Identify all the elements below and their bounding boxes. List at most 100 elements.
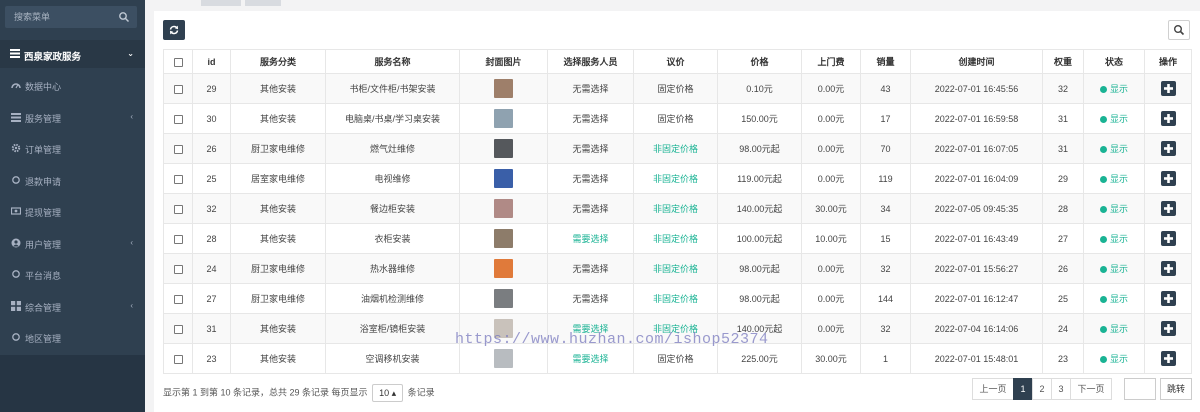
refresh-button[interactable] bbox=[163, 20, 185, 40]
cell-status[interactable]: 显示 bbox=[1083, 223, 1145, 254]
row-checkbox[interactable] bbox=[173, 114, 183, 124]
row-select-cell bbox=[163, 133, 193, 164]
row-checkbox[interactable] bbox=[173, 354, 183, 364]
refresh-icon bbox=[169, 25, 179, 35]
row-checkbox[interactable] bbox=[173, 234, 183, 244]
sidebar-item[interactable]: 用户管理 ‹ bbox=[0, 228, 145, 260]
cover-image[interactable] bbox=[494, 109, 513, 128]
row-checkbox[interactable] bbox=[173, 204, 183, 214]
cell-created-time: 2022-07-01 15:56:27 bbox=[910, 253, 1043, 284]
column-header[interactable]: 选择服务人员 bbox=[547, 49, 634, 74]
row-checkbox[interactable] bbox=[173, 264, 183, 274]
menu-group-header[interactable]: 西泉家政服务 ⌄ bbox=[0, 40, 145, 68]
action-button[interactable] bbox=[1160, 321, 1176, 336]
cell-status[interactable]: 显示 bbox=[1083, 103, 1145, 134]
status-dot-icon bbox=[1099, 206, 1107, 214]
row-checkbox[interactable] bbox=[173, 174, 183, 184]
action-button[interactable] bbox=[1160, 201, 1176, 216]
cell-cover bbox=[459, 223, 548, 254]
cover-image[interactable] bbox=[494, 139, 513, 158]
sidebar-item[interactable]: 退款申请 bbox=[0, 165, 145, 197]
action-button[interactable] bbox=[1160, 231, 1176, 246]
sidebar-item[interactable]: 平台消息 bbox=[0, 259, 145, 291]
cell-id: 31 bbox=[192, 313, 231, 344]
cell-cover bbox=[459, 103, 548, 134]
cover-image[interactable] bbox=[494, 289, 513, 308]
table-row: 29 其他安装 书柜/文件柜/书架安装 无需选择 固定价格 0.10元 0.00元 43 202… bbox=[163, 73, 1192, 104]
search-icon[interactable] bbox=[118, 11, 130, 23]
jump-page-input[interactable] bbox=[1124, 378, 1156, 400]
page-size-select[interactable]: 10 ▴ bbox=[372, 384, 404, 402]
cell-sales: 34 bbox=[860, 193, 911, 224]
action-button[interactable] bbox=[1160, 171, 1176, 186]
action-button[interactable] bbox=[1160, 261, 1176, 276]
column-header[interactable]: 销量 bbox=[860, 49, 911, 74]
cell-price: 140.00元起 bbox=[717, 193, 802, 224]
tab-placeholder[interactable] bbox=[245, 0, 281, 6]
pagination-info: 显示第 1 到第 10 条记录，总共 29 条记录 每页显示 10 ▴ 条记录 bbox=[163, 384, 435, 402]
cell-category: 厨卫家电维修 bbox=[230, 253, 326, 284]
cover-image[interactable] bbox=[494, 79, 513, 98]
cell-status[interactable]: 显示 bbox=[1083, 313, 1145, 344]
cell-status[interactable]: 显示 bbox=[1083, 193, 1145, 224]
tab-strip bbox=[145, 0, 1200, 6]
cell-sales: 17 bbox=[860, 103, 911, 134]
table-search-button[interactable] bbox=[1168, 20, 1190, 40]
page-number-button[interactable]: 2 bbox=[1032, 378, 1052, 400]
action-button[interactable] bbox=[1160, 81, 1176, 96]
plus-icon bbox=[1163, 264, 1173, 273]
column-header[interactable]: 状态 bbox=[1083, 49, 1145, 74]
sidebar-item[interactable]: 提现管理 bbox=[0, 196, 145, 228]
row-checkbox[interactable] bbox=[173, 324, 183, 334]
menu-search-box bbox=[5, 6, 137, 28]
cell-status[interactable]: 显示 bbox=[1083, 253, 1145, 284]
column-header[interactable]: 议价 bbox=[633, 49, 718, 74]
column-header[interactable]: 封面图片 bbox=[459, 49, 548, 74]
cell-status[interactable]: 显示 bbox=[1083, 163, 1145, 194]
cell-status[interactable]: 显示 bbox=[1083, 283, 1145, 314]
jump-button[interactable]: 跳转 bbox=[1160, 378, 1192, 400]
cover-image[interactable] bbox=[494, 169, 513, 188]
sidebar-item[interactable]: 地区管理 bbox=[0, 322, 145, 354]
column-header[interactable]: 服务名称 bbox=[325, 49, 460, 74]
sidebar-item[interactable]: 订单管理 bbox=[0, 133, 145, 165]
menu-search-input[interactable] bbox=[5, 6, 115, 28]
column-header[interactable]: 价格 bbox=[717, 49, 802, 74]
column-header[interactable]: 服务分类 bbox=[230, 49, 326, 74]
action-button[interactable] bbox=[1160, 351, 1176, 366]
row-checkbox[interactable] bbox=[173, 144, 183, 154]
action-button[interactable] bbox=[1160, 111, 1176, 126]
page-number-button[interactable]: 1 bbox=[1013, 378, 1033, 400]
sidebar-item[interactable]: 综合管理 ‹ bbox=[0, 291, 145, 323]
row-checkbox[interactable] bbox=[173, 84, 183, 94]
cover-image[interactable] bbox=[494, 349, 513, 368]
cover-image[interactable] bbox=[494, 319, 513, 338]
next-page-button[interactable]: 下一页 bbox=[1070, 378, 1112, 400]
action-button[interactable] bbox=[1160, 291, 1176, 306]
cell-status[interactable]: 显示 bbox=[1083, 73, 1145, 104]
sidebar-item[interactable]: 数据中心 bbox=[0, 70, 145, 102]
column-header[interactable]: 操作 bbox=[1144, 49, 1192, 74]
cell-created-time: 2022-07-01 15:48:01 bbox=[910, 343, 1043, 374]
action-button[interactable] bbox=[1160, 141, 1176, 156]
column-header[interactable]: id bbox=[192, 49, 231, 74]
cover-image[interactable] bbox=[494, 199, 513, 218]
row-checkbox[interactable] bbox=[173, 294, 183, 304]
select-all-checkbox[interactable] bbox=[173, 57, 183, 67]
cell-staff: 无需选择 bbox=[547, 73, 634, 104]
row-select-cell bbox=[163, 223, 193, 254]
cell-status[interactable]: 显示 bbox=[1083, 343, 1145, 374]
plus-icon bbox=[1163, 324, 1173, 333]
prev-page-button[interactable]: 上一页 bbox=[972, 378, 1014, 400]
plus-icon bbox=[1163, 204, 1173, 213]
column-header[interactable]: 权重 bbox=[1042, 49, 1084, 74]
cell-status[interactable]: 显示 bbox=[1083, 133, 1145, 164]
page-number-button[interactable]: 3 bbox=[1051, 378, 1071, 400]
column-header[interactable]: 上门费 bbox=[801, 49, 861, 74]
cover-image[interactable] bbox=[494, 229, 513, 248]
cover-image[interactable] bbox=[494, 259, 513, 278]
cell-actions bbox=[1144, 73, 1192, 104]
column-header[interactable]: 创建时间 bbox=[910, 49, 1043, 74]
tab-placeholder[interactable] bbox=[201, 0, 241, 6]
sidebar-item[interactable]: 服务管理 ‹ bbox=[0, 102, 145, 134]
